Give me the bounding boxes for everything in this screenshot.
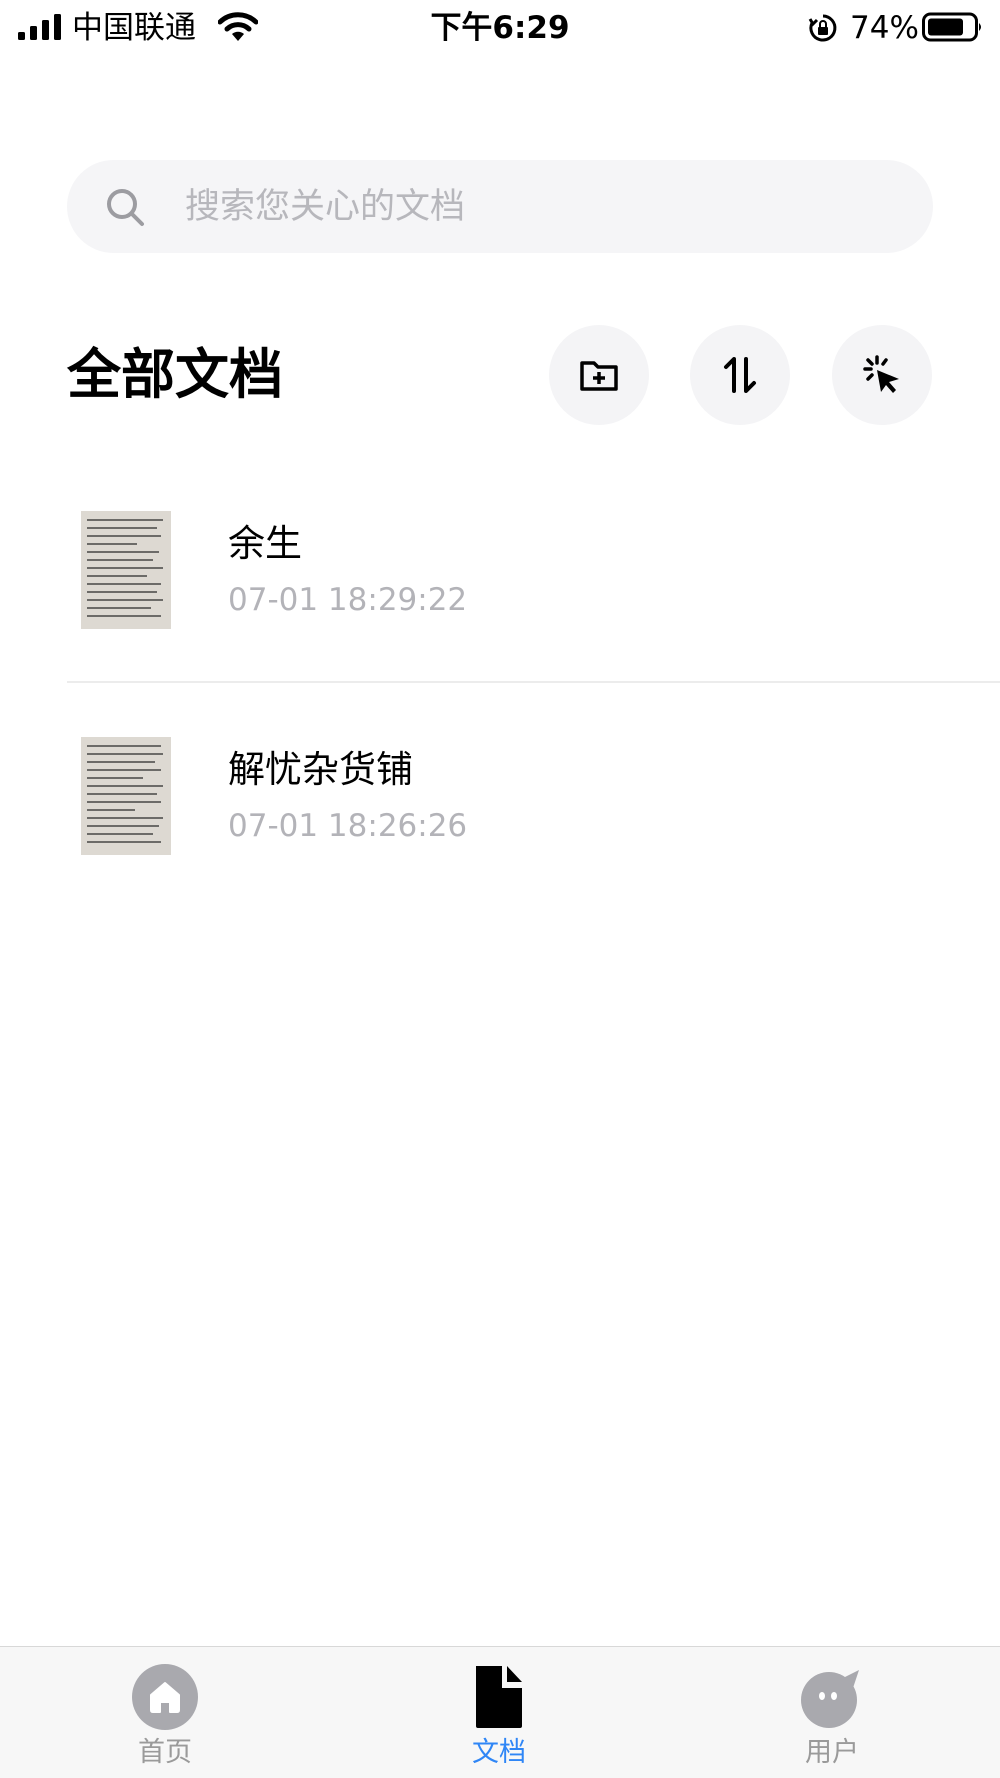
document-item[interactable]: 解忧杂货铺 07-01 18:26:26: [67, 737, 1000, 917]
orientation-lock-icon: [808, 14, 837, 42]
sort-icon: [724, 357, 756, 393]
tab-home[interactable]: 首页: [65, 1647, 265, 1778]
document-icon: [476, 1666, 522, 1728]
document-timestamp: 07-01 18:29:22: [228, 582, 468, 618]
document-thumbnail: [81, 737, 171, 855]
search-bar[interactable]: [67, 160, 933, 253]
tab-bar: 首页 文档 用户: [0, 1646, 1000, 1778]
documents-screen: 中国联通 下午6:29 74% 全部文档: [0, 0, 1000, 1778]
page-title: 全部文档: [67, 343, 283, 406]
tab-label: 文档: [472, 1737, 526, 1768]
battery-percentage: 74%: [850, 10, 919, 46]
sort-button[interactable]: [690, 325, 790, 425]
status-bar: 中国联通 下午6:29 74%: [0, 0, 1000, 56]
search-input[interactable]: [185, 160, 885, 253]
document-thumbnail: [81, 511, 171, 629]
battery-icon: [922, 12, 981, 42]
document-item[interactable]: 余生 07-01 18:29:22: [67, 511, 1000, 691]
tab-documents[interactable]: 文档: [399, 1647, 599, 1778]
tab-label: 用户: [805, 1737, 859, 1768]
search-icon: [107, 189, 144, 226]
select-icon: [863, 355, 899, 393]
document-title: 余生: [228, 522, 302, 565]
user-icon: [801, 1670, 859, 1728]
new-folder-button[interactable]: [549, 325, 649, 425]
tab-user[interactable]: 用户: [732, 1647, 932, 1778]
folder-add-icon: [580, 361, 618, 391]
select-button[interactable]: [832, 325, 932, 425]
tab-label: 首页: [138, 1737, 192, 1768]
document-timestamp: 07-01 18:26:26: [228, 808, 468, 844]
list-divider: [67, 681, 1000, 683]
home-icon: [132, 1664, 198, 1730]
document-title: 解忧杂货铺: [228, 748, 413, 791]
